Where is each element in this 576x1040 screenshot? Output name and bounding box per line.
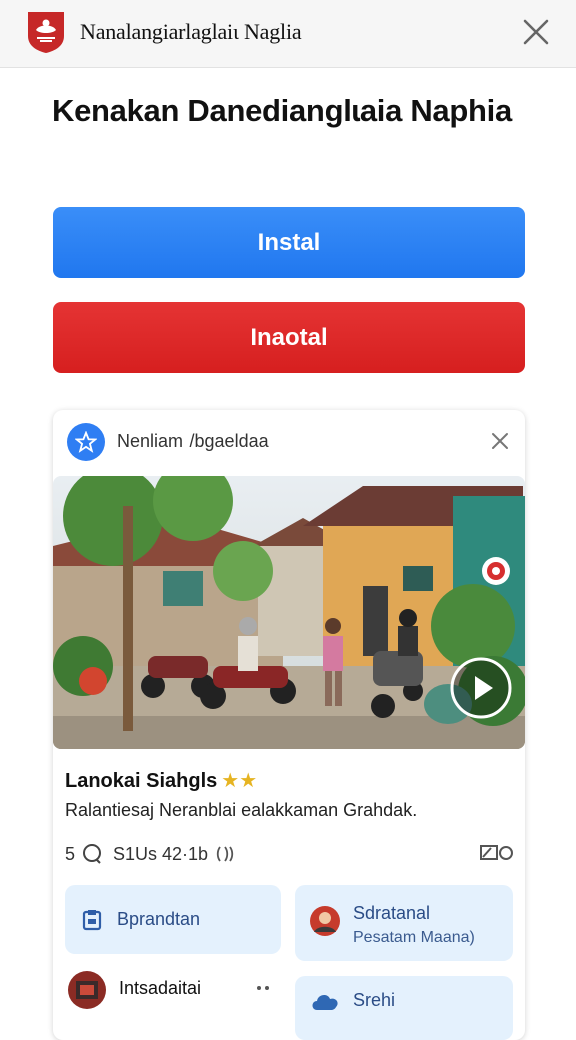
tile-bprandtan[interactable]: Bprandtan bbox=[65, 885, 281, 954]
tile-intsadaitai[interactable]: Intsadaitai bbox=[65, 970, 281, 1040]
page-title: Kenakan Danedianglɩaia Naphia bbox=[52, 93, 512, 128]
meta-stats: S1Us 42·1b bbox=[113, 843, 209, 864]
comment-icon[interactable] bbox=[81, 843, 103, 865]
flag-badge-icon bbox=[482, 557, 510, 585]
tile-label: Srehi bbox=[353, 990, 396, 1010]
listing-title-text: Lanokai Siahgls bbox=[65, 770, 218, 792]
tile-label: Bprandtan bbox=[117, 909, 201, 929]
avatar bbox=[68, 971, 106, 1009]
app-logo bbox=[28, 12, 64, 53]
tile-label: Sdratanal bbox=[353, 903, 431, 923]
app-header: Nanalangiarlaglaiι Naglia bbox=[0, 0, 576, 68]
star-app-icon bbox=[67, 423, 105, 461]
cloud-icon bbox=[312, 995, 338, 1010]
card-close-icon[interactable] bbox=[489, 430, 511, 452]
tile-srehi[interactable]: Srehi bbox=[295, 976, 513, 1040]
more-icon[interactable] bbox=[255, 984, 273, 992]
comment-count: 5 bbox=[65, 843, 76, 864]
tile-sublabel: Pesatam Maana) bbox=[353, 929, 475, 946]
rating-stars: ★★ bbox=[221, 770, 258, 792]
app-title: Nanalangiarlaglaiι Naglia bbox=[80, 19, 302, 44]
avatar bbox=[310, 906, 340, 936]
listing-photo[interactable] bbox=[53, 476, 525, 749]
meta-row: 5 S1Us 42·1b bbox=[65, 841, 515, 869]
listing-card: Nenliam /bgaeldaa Lanokai Siahgls ★★ Ral… bbox=[53, 410, 525, 1040]
play-icon[interactable] bbox=[449, 656, 513, 720]
install-button[interactable]: Instal bbox=[53, 207, 525, 278]
tile-sdratanal[interactable]: Sdratanal Pesatam Maana) bbox=[295, 885, 513, 961]
clipboard-icon bbox=[82, 910, 102, 931]
listing-title: Lanokai Siahgls ★★ bbox=[65, 768, 257, 793]
tile-label: Intsadaitai bbox=[119, 978, 202, 998]
close-icon[interactable] bbox=[520, 16, 552, 48]
share-icon[interactable] bbox=[479, 841, 515, 865]
like-icon[interactable] bbox=[214, 843, 236, 865]
listing-subtitle: Ralantiesaj Neranblai ealakkaman Grahdak… bbox=[65, 800, 418, 820]
secondary-install-button[interactable]: Inaotal bbox=[53, 302, 525, 373]
card-source-label: Nenliam /bgaeldaa bbox=[117, 431, 269, 451]
